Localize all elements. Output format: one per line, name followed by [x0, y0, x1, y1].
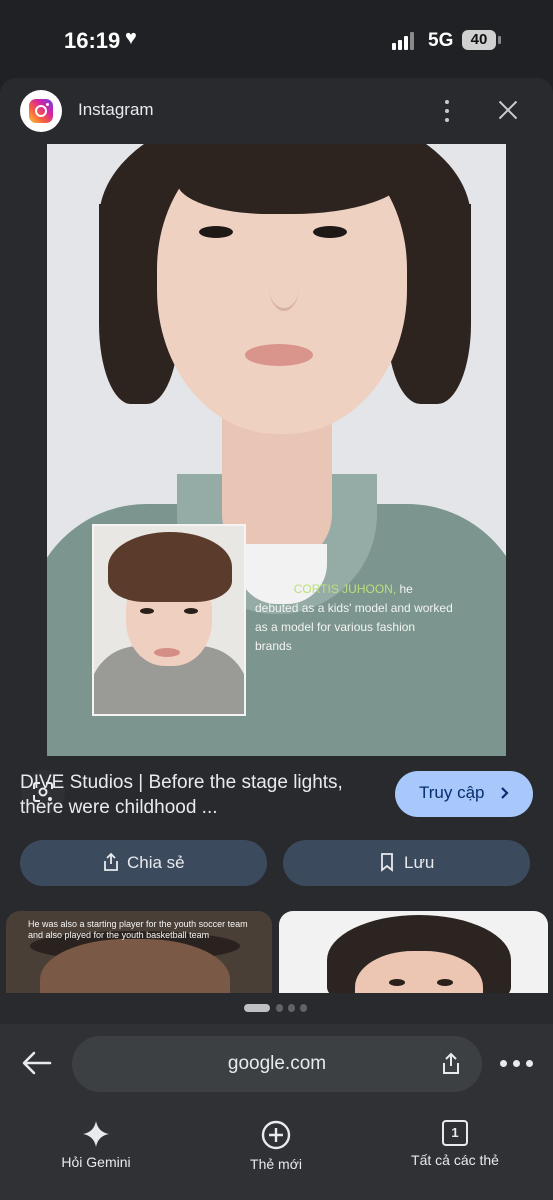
- right-eye: [313, 226, 347, 238]
- share-label: Chia sẻ: [127, 853, 185, 872]
- save-button[interactable]: Lưu: [283, 840, 530, 886]
- related-result-2[interactable]: [279, 911, 548, 993]
- childhood-inset-photo: [92, 524, 246, 716]
- pager-dot: [276, 1004, 283, 1012]
- url-text: google.com: [227, 1053, 327, 1074]
- inset-left-eye: [140, 608, 154, 614]
- source-logo[interactable]: [20, 90, 62, 132]
- battery-icon: 40: [462, 30, 496, 50]
- related-result-1[interactable]: He was also a starting player for the yo…: [6, 911, 272, 993]
- nose: [269, 264, 299, 311]
- heart-icon: ♥: [125, 27, 137, 49]
- more-horiz-icon[interactable]: [500, 1060, 534, 1068]
- network-type: 5G: [428, 30, 454, 51]
- status-time: 16:19: [64, 28, 121, 53]
- status-bar: 16:19 ♥ 5G 40: [0, 0, 553, 80]
- lips: [245, 344, 313, 366]
- inset-hair: [108, 532, 232, 602]
- left-eye: [199, 226, 233, 238]
- chevron-right-icon: [501, 787, 509, 799]
- pager-dot-active: [244, 1004, 270, 1012]
- save-label: Lưu: [404, 853, 435, 872]
- signal-icon: [392, 32, 418, 50]
- visit-button[interactable]: Truy cập: [395, 771, 533, 817]
- caption-highlight: CORTIS JUHOON,: [293, 582, 397, 596]
- more-vert-icon[interactable]: [436, 98, 458, 124]
- caption-prefix: Before: [255, 582, 294, 596]
- share-button[interactable]: Chia sẻ: [20, 840, 267, 886]
- new-tab-button[interactable]: Thẻ mới: [226, 1120, 326, 1172]
- new-tab-icon: [261, 1120, 291, 1150]
- ask-gemini-button[interactable]: Hỏi Gemini: [46, 1120, 146, 1170]
- all-tabs-button[interactable]: 1 Tất cả các thẻ: [395, 1120, 515, 1168]
- share-icon: [104, 852, 118, 871]
- pager-dot: [288, 1004, 295, 1012]
- close-icon[interactable]: [494, 96, 522, 124]
- visit-label: Truy cập: [419, 783, 485, 802]
- tabs-label: Tất cả các thẻ: [411, 1152, 499, 1168]
- battery-tip: [498, 36, 501, 44]
- share-icon[interactable]: [440, 1052, 462, 1076]
- related-2-left-eye: [389, 979, 405, 986]
- inset-lips: [154, 648, 180, 657]
- gemini-label: Hỏi Gemini: [61, 1154, 131, 1170]
- inset-right-eye: [184, 608, 198, 614]
- browser-bottom-bar: google.com Hỏi Gemini Thẻ mới 1 Tất cả c…: [0, 1024, 553, 1200]
- address-bar[interactable]: google.com: [72, 1036, 482, 1092]
- tabs-icon: 1: [442, 1120, 468, 1146]
- result-title[interactable]: DIVE Studios | Before the stage lights, …: [20, 770, 370, 820]
- pager-dot: [300, 1004, 307, 1012]
- related-2-right-eye: [437, 979, 453, 986]
- new-tab-label: Thẻ mới: [250, 1156, 302, 1172]
- image-result-sheet: Instagram Before CORTIS JUHOON, he debut…: [0, 78, 553, 1024]
- source-name[interactable]: Instagram: [78, 100, 154, 120]
- result-image[interactable]: Before CORTIS JUHOON, he debuted as a ki…: [47, 144, 506, 756]
- related-1-caption: He was also a starting player for the yo…: [28, 919, 248, 940]
- back-arrow-icon[interactable]: [20, 1048, 54, 1078]
- tab-count: 1: [451, 1125, 459, 1140]
- image-caption: Before CORTIS JUHOON, he debuted as a ki…: [255, 580, 455, 656]
- instagram-icon: [29, 99, 53, 123]
- gemini-icon: [83, 1121, 109, 1147]
- bookmark-icon: [381, 853, 393, 872]
